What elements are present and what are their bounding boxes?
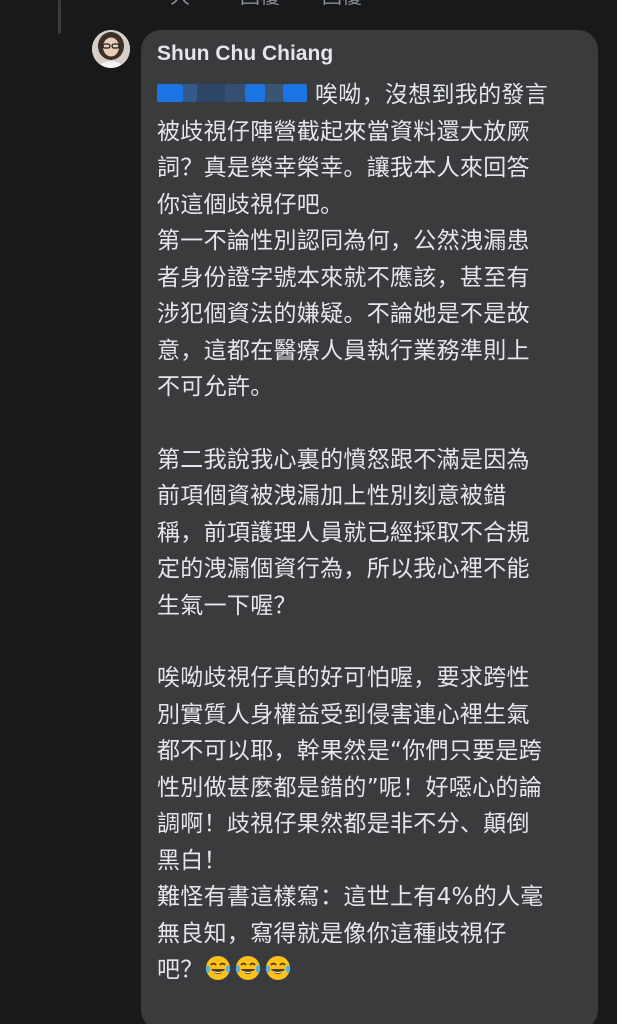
comment-line: 前項個資被洩漏加上性別刻意被錯 (157, 483, 507, 509)
comment-line: 調啊！歧視仔果然都是非不分、顛倒 (157, 811, 530, 837)
reply-action[interactable]: 回覆 (240, 0, 280, 6)
comment-line: 第二我說我心裏的憤怒跟不滿是因為 (157, 446, 530, 473)
comment-line: 黑白！ (157, 847, 227, 874)
laughing-tears-emoji-icon (205, 956, 230, 980)
comment-line: 定的洩漏個資行為，所以我心裡不能 (157, 556, 530, 582)
like-action[interactable]: 大 (170, 0, 190, 6)
comment-line: 無良知，寫得就是像你這種歧視仔 (157, 920, 507, 947)
comment-paragraph: 唉呦，沒想到我的發言 被歧視仔陣營截起來當資料還大放厥 詞？真是榮幸榮幸。讓我本… (157, 77, 584, 406)
laughing-tears-emoji-icon (235, 956, 260, 980)
comment-thread-view: 大 回覆 回覆 Shun Chu Chiang (0, 0, 617, 1024)
comment-bubble: Shun Chu Chiang 唉呦，沒想到我的發言 被歧視仔陣營截起來當資料還… (141, 30, 598, 1024)
comment-line: 唉呦，沒想到我的發言 (315, 82, 548, 108)
avatar[interactable] (92, 30, 130, 68)
comment-line: 意，這都在醫療人員執行業務準則上 (157, 337, 530, 364)
comment-line: 別實質人身權益受到侵害連心裡生氣 (157, 701, 530, 728)
comment-body: 唉呦，沒想到我的發言 被歧視仔陣營截起來當資料還大放厥 詞？真是榮幸榮幸。讓我本… (157, 77, 584, 994)
comment-line: 都不可以耶，幹果然是“你們只要是跨 (157, 738, 543, 764)
comment-line: 不可允許。 (157, 374, 274, 400)
comment-line: 被歧視仔陣營截起來當資料還大放厥 (157, 118, 530, 145)
comment-line: 稱，前項護理人員就已經採取不合規 (157, 519, 530, 546)
comment-line: 你這個歧視仔吧。 (157, 191, 344, 218)
comment-line: 性別做甚麼都是錯的”呢！好噁心的論 (157, 774, 543, 801)
comment-paragraph: 唉呦歧視仔真的好可怕喔，要求跨性 別實質人身權益受到侵害連心裡生氣 都不可以耶，… (157, 660, 584, 994)
comment-line: 第一不論性別認同為何，公然洩漏患 (157, 228, 530, 254)
comment-line: 難怪有書這樣寫：這世上有4%的人毫 (157, 884, 544, 910)
comment-line: 生氣一下喔？ (157, 592, 297, 619)
share-action[interactable]: 回覆 (322, 0, 362, 6)
laughing-tears-emoji-icon (265, 956, 290, 980)
previous-comment-actions: 大 回覆 回覆 (0, 0, 617, 6)
comment-line: 唉呦歧視仔真的好可怕喔，要求跨性 (157, 665, 530, 691)
comment-line: 吧？ (157, 957, 204, 983)
comment-line: 者身份證字號本來就不應該，甚至有 (157, 264, 530, 291)
profile-photo-icon (92, 30, 130, 68)
emoji-group (204, 954, 294, 994)
comment-line: 詞？真是榮幸榮幸。讓我本人來回答 (157, 155, 530, 181)
comment-paragraph: 第二我說我心裏的憤怒跟不滿是因為 前項個資被洩漏加上性別刻意被錯 稱，前項護理人… (157, 442, 584, 625)
thread-connector-line (58, 0, 61, 34)
redacted-tagged-user[interactable] (157, 82, 309, 104)
comment-line: 涉犯個資法的嫌疑。不論她是不是故 (157, 301, 530, 327)
comment-author-name[interactable]: Shun Chu Chiang (157, 41, 584, 67)
